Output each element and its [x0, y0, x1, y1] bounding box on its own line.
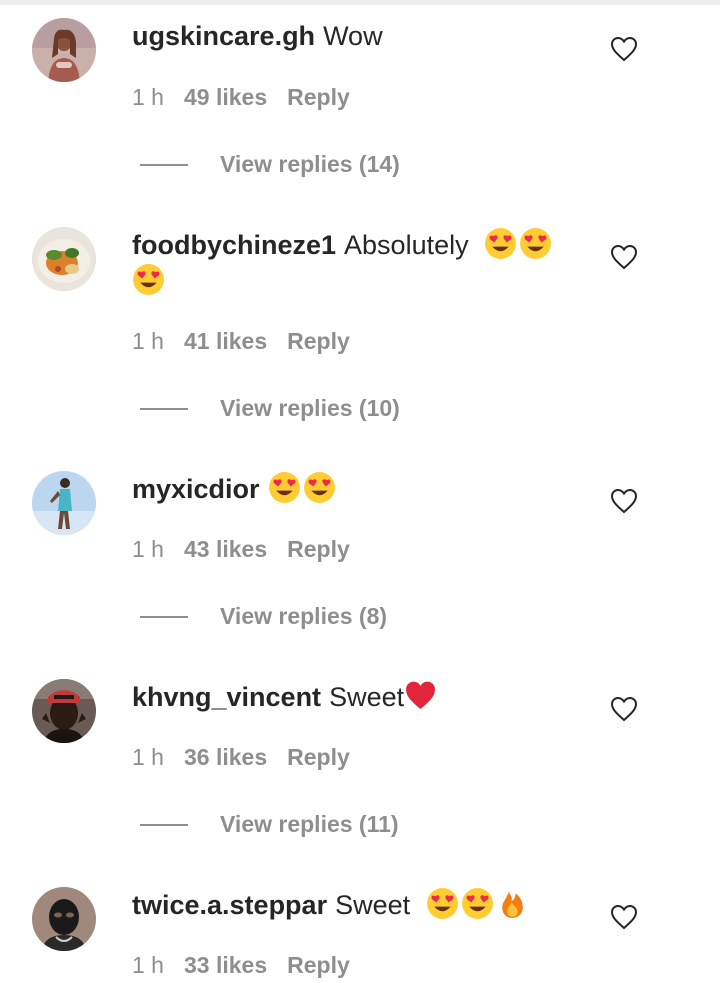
comment-body: Sweet: [329, 682, 405, 712]
reply-button[interactable]: Reply: [287, 84, 350, 110]
comment-body: Absolutely: [344, 230, 469, 260]
comment-meta: 1 h 41 likes Reply: [132, 326, 370, 356]
view-replies-label: View replies (10): [220, 395, 400, 421]
comment-meta: 1 h 36 likes Reply: [132, 742, 370, 772]
fire-emoji: [501, 892, 523, 918]
avatar[interactable]: [32, 887, 96, 951]
heart-eyes-emoji: [133, 264, 164, 295]
view-replies-label: View replies (11): [220, 811, 399, 837]
comment-meta: 1 h 33 likes Reply: [132, 950, 370, 980]
comment-username[interactable]: ugskincare.gh: [132, 21, 315, 51]
replies-divider: [140, 616, 188, 618]
heart-icon[interactable]: [610, 904, 638, 930]
heart-icon[interactable]: [610, 36, 638, 62]
comment-time: 1 h: [132, 744, 164, 770]
comment-text: myxicdior: [132, 471, 572, 507]
comment-body: Sweet: [335, 890, 411, 920]
heart-eyes-emoji: [268, 472, 300, 503]
comment-meta: 1 h 43 likes Reply: [132, 534, 370, 564]
comment-text: foodbychineze1 Absolutely: [132, 227, 572, 299]
comment-time: 1 h: [132, 328, 164, 354]
replies-divider: [140, 164, 188, 166]
comment-username[interactable]: myxicdior: [132, 474, 260, 504]
comment-time: 1 h: [132, 952, 164, 978]
likes-count[interactable]: 49 likes: [184, 84, 267, 110]
avatar[interactable]: [32, 227, 96, 291]
comment-time: 1 h: [132, 84, 164, 110]
reply-button[interactable]: Reply: [287, 328, 350, 354]
avatar[interactable]: [32, 18, 96, 82]
heart-icon[interactable]: [610, 488, 638, 514]
replies-divider: [140, 408, 188, 410]
comment-body: Wow: [323, 21, 383, 51]
comment-username[interactable]: twice.a.steppar: [132, 890, 327, 920]
heart-icon[interactable]: [610, 244, 638, 270]
heart-eyes-emoji: [520, 228, 552, 259]
comment-text: khvng_vincent Sweet: [132, 679, 572, 715]
comment-text: ugskincare.gh Wow: [132, 18, 572, 54]
reply-button[interactable]: Reply: [287, 744, 350, 770]
likes-count[interactable]: 33 likes: [184, 952, 267, 978]
reply-button[interactable]: Reply: [287, 536, 350, 562]
red-heart-emoji: [406, 681, 436, 709]
top-divider: [0, 0, 720, 5]
heart-eyes-emoji: [426, 888, 458, 919]
comment-time: 1 h: [132, 536, 164, 562]
avatar[interactable]: [32, 471, 96, 535]
replies-divider: [140, 824, 188, 826]
comment-text: twice.a.steppar Sweet: [132, 887, 572, 923]
heart-icon[interactable]: [610, 696, 638, 722]
comment-username[interactable]: foodbychineze1: [132, 230, 336, 260]
likes-count[interactable]: 41 likes: [184, 328, 267, 354]
comment-meta: 1 h 49 likes Reply: [132, 82, 370, 112]
reply-button[interactable]: Reply: [287, 952, 350, 978]
comment-username[interactable]: khvng_vincent: [132, 682, 321, 712]
heart-eyes-emoji: [303, 472, 335, 503]
heart-eyes-emoji: [485, 228, 517, 259]
likes-count[interactable]: 36 likes: [184, 744, 267, 770]
likes-count[interactable]: 43 likes: [184, 536, 267, 562]
heart-eyes-emoji: [461, 888, 493, 919]
view-replies-label: View replies (14): [220, 151, 400, 177]
avatar[interactable]: [32, 679, 96, 743]
view-replies-label: View replies (8): [220, 603, 388, 629]
